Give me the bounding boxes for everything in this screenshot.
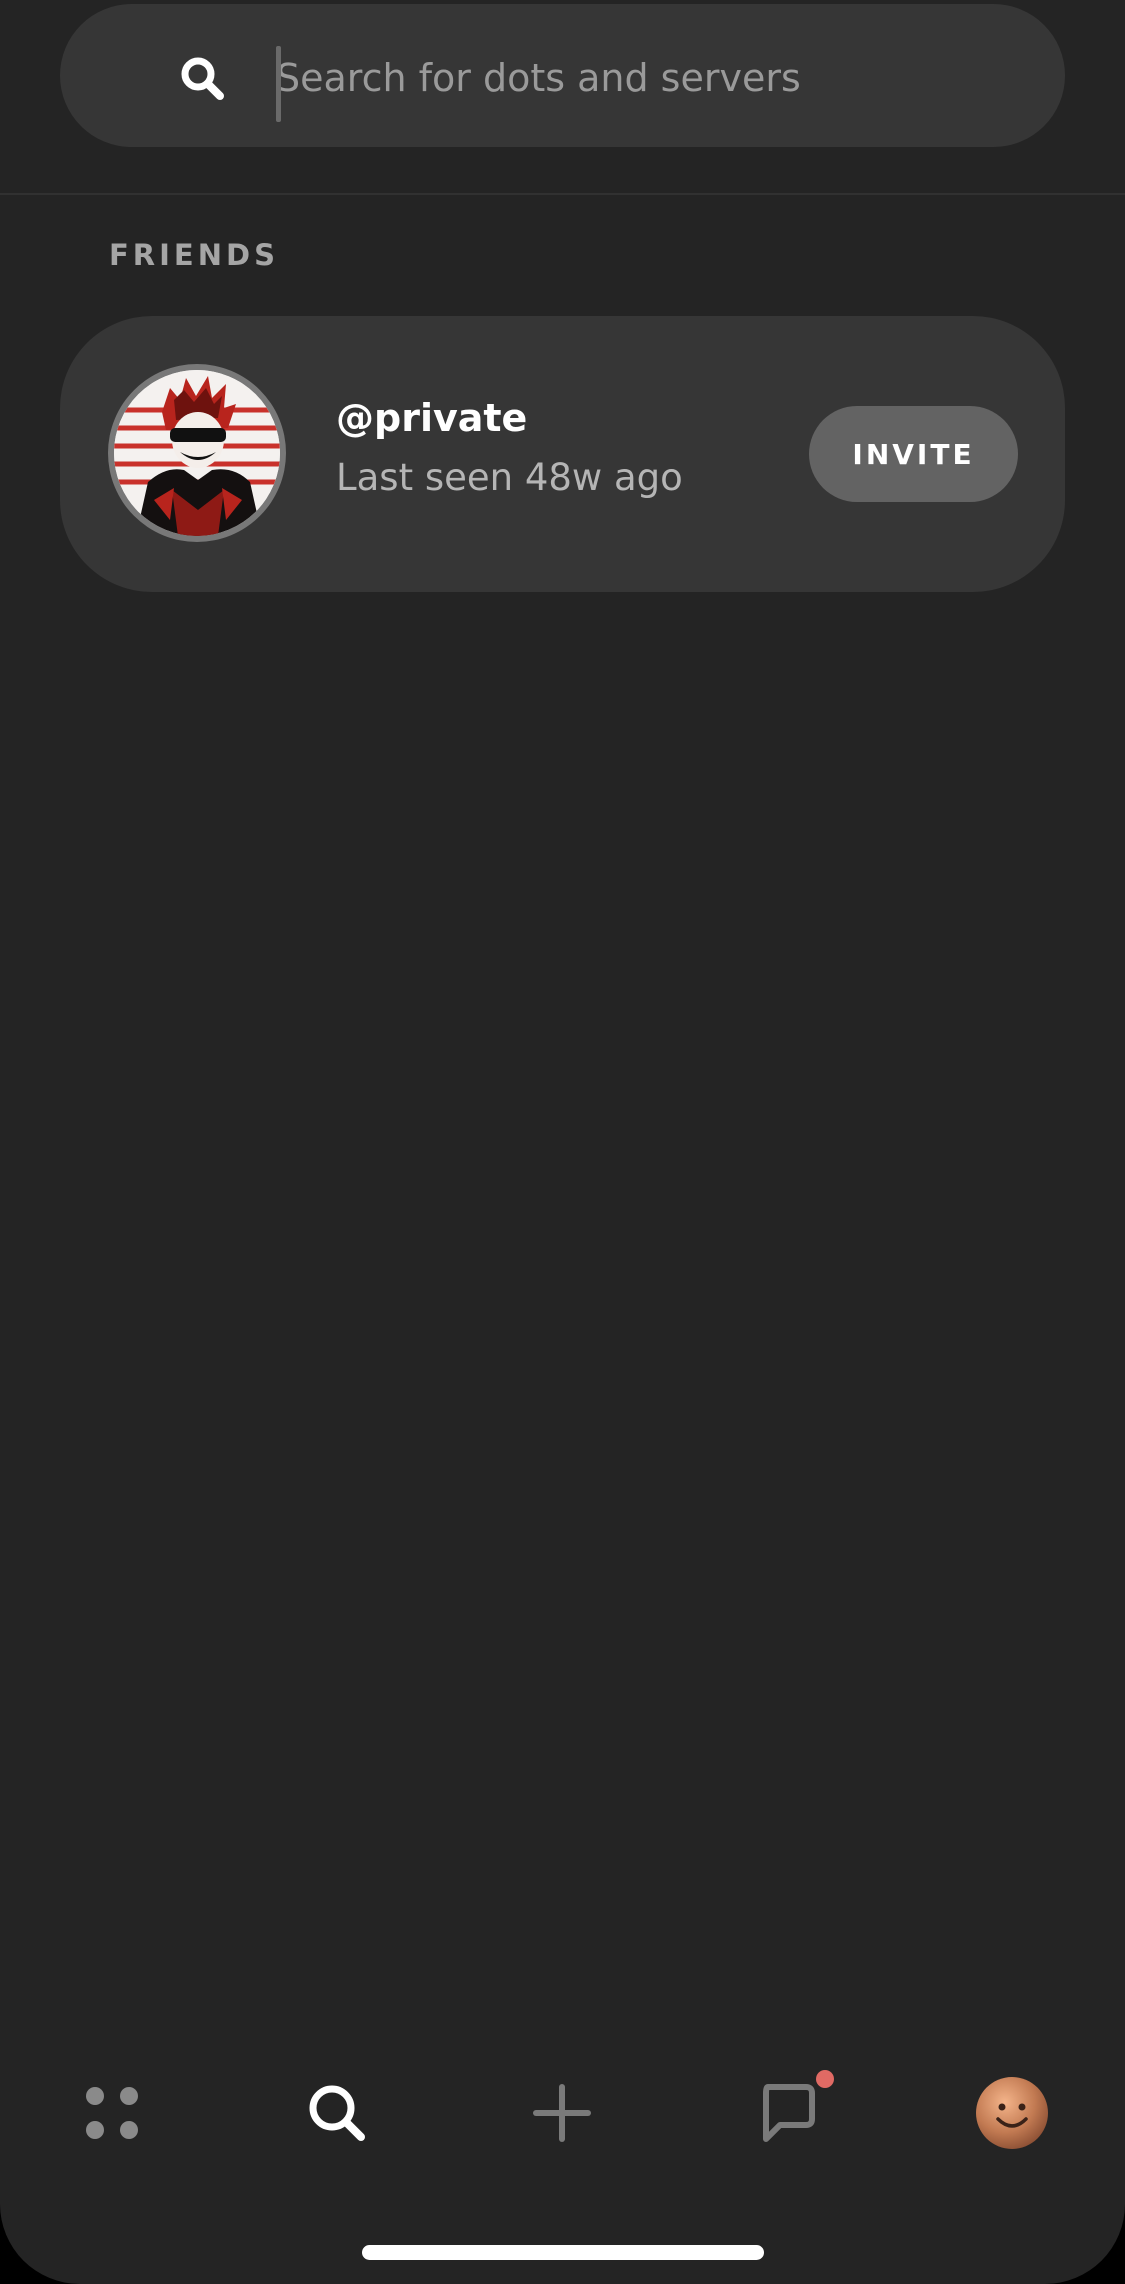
search-icon bbox=[306, 2082, 368, 2148]
avatar bbox=[108, 364, 286, 542]
header-divider bbox=[0, 193, 1125, 195]
app-screen: FRIENDS bbox=[0, 0, 1125, 2284]
chat-bubble-icon bbox=[758, 2083, 816, 2147]
nav-messages[interactable] bbox=[722, 2050, 852, 2180]
grid-dots-icon bbox=[82, 2083, 142, 2147]
nav-profile[interactable] bbox=[947, 2050, 1077, 2180]
avatar-image bbox=[114, 370, 280, 536]
bottom-nav bbox=[0, 2050, 1125, 2180]
search-input[interactable] bbox=[276, 38, 1056, 118]
nav-create[interactable] bbox=[497, 2050, 627, 2180]
friends-section-title: FRIENDS bbox=[109, 238, 279, 272]
friend-username: @private bbox=[336, 396, 528, 440]
friend-list-item[interactable]: @private Last seen 48w ago INVITE bbox=[60, 316, 1065, 592]
nav-home[interactable] bbox=[47, 2050, 177, 2180]
friend-last-seen: Last seen 48w ago bbox=[336, 456, 683, 499]
notification-dot bbox=[816, 2070, 834, 2088]
invite-button[interactable]: INVITE bbox=[809, 406, 1018, 502]
home-indicator[interactable] bbox=[362, 2245, 764, 2260]
plus-icon bbox=[532, 2083, 592, 2147]
nav-search[interactable] bbox=[272, 2050, 402, 2180]
search-icon bbox=[178, 54, 226, 102]
search-bar[interactable] bbox=[60, 4, 1065, 147]
text-cursor bbox=[276, 46, 281, 122]
profile-avatar-icon bbox=[974, 2075, 1050, 2155]
